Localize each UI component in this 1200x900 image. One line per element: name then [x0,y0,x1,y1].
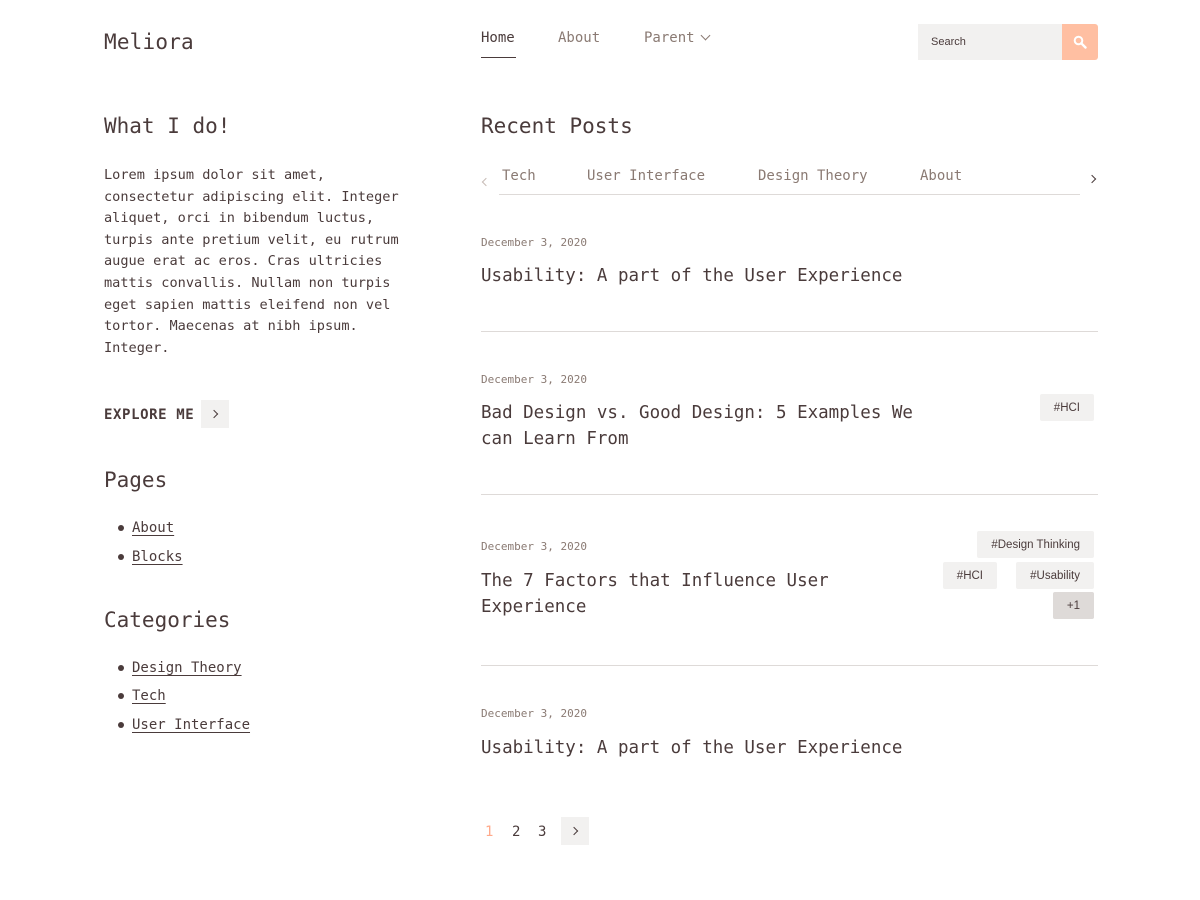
post-divider [481,665,1098,666]
chevron-right-icon [1087,174,1097,184]
tabs-next-button[interactable] [1087,173,1099,185]
tab-design-theory[interactable]: Design Theory [758,168,868,184]
page-number-2[interactable]: 2 [512,824,520,840]
chevron-right-icon [569,826,579,836]
explore-button[interactable] [201,400,229,428]
explore-link[interactable]: EXPLORE ME [104,407,194,423]
bullet [118,665,124,671]
post-title[interactable]: Usability: A part of the User Experience [481,263,921,289]
nav-home[interactable]: Home [481,30,515,46]
tab-about[interactable]: About [920,168,962,184]
chevron-down-icon [700,30,711,41]
tab-user-interface[interactable]: User Interface [587,168,705,184]
page-link-about[interactable]: About [118,520,174,536]
post-date: December 3, 2020 [481,373,587,386]
post-divider [481,494,1098,495]
about-text: Lorem ipsum dolor sit amet, consectetur … [104,167,399,356]
nav-parent[interactable]: Parent [644,30,711,46]
post-title[interactable]: Usability: A part of the User Experience [481,735,921,761]
page-number-3[interactable]: 3 [538,824,546,840]
chevron-left-icon [481,177,491,187]
page-link-label: About [132,520,175,536]
categories-heading: Categories [104,608,231,632]
bullet [118,693,124,699]
chevron-right-icon [209,409,219,419]
search-button[interactable] [1062,24,1098,60]
bullet [118,525,124,531]
search-input[interactable] [918,24,1064,60]
tag-hci[interactable]: #HCI [1039,394,1094,421]
nav-about[interactable]: About [558,30,600,46]
page-number-1[interactable]: 1 [485,824,493,840]
category-link-user-interface[interactable]: User Interface [118,717,250,733]
category-link-label: Design Theory [132,660,242,676]
post-date: December 3, 2020 [481,236,587,249]
post-title[interactable]: The 7 Factors that Influence User Experi… [481,568,921,620]
page-link-label: Blocks [132,549,183,565]
category-link-label: Tech [132,688,166,704]
pagination-next-button[interactable] [561,817,589,845]
tag-design-thinking[interactable]: #Design Thinking [977,531,1094,558]
pages-heading: Pages [104,468,168,492]
bullet [118,722,124,728]
post-date: December 3, 2020 [481,707,587,720]
post-divider [481,331,1098,332]
tab-tech[interactable]: Tech [502,168,536,184]
tag-hci[interactable]: #HCI [942,562,997,589]
category-link-design-theory[interactable]: Design Theory [118,660,242,676]
post-date: December 3, 2020 [481,540,587,553]
page-link-blocks[interactable]: Blocks [118,549,183,565]
tabs-prev-button[interactable] [480,176,492,188]
category-link-tech[interactable]: Tech [118,688,166,704]
nav-active-indicator [481,57,516,58]
tabs-divider [499,194,1080,195]
post-title[interactable]: Bad Design vs. Good Design: 5 Examples W… [481,400,921,452]
category-link-label: User Interface [132,717,251,733]
tag-usability[interactable]: #Usability [1016,562,1094,589]
tags-more-badge[interactable]: +1 [1052,592,1094,619]
search-icon [1073,35,1087,49]
site-logo[interactable]: Meliora [104,30,194,54]
bullet [118,554,124,560]
nav-parent-label: Parent [644,30,695,46]
about-heading: What I do! [104,114,231,138]
recent-posts-heading: Recent Posts [481,114,633,138]
